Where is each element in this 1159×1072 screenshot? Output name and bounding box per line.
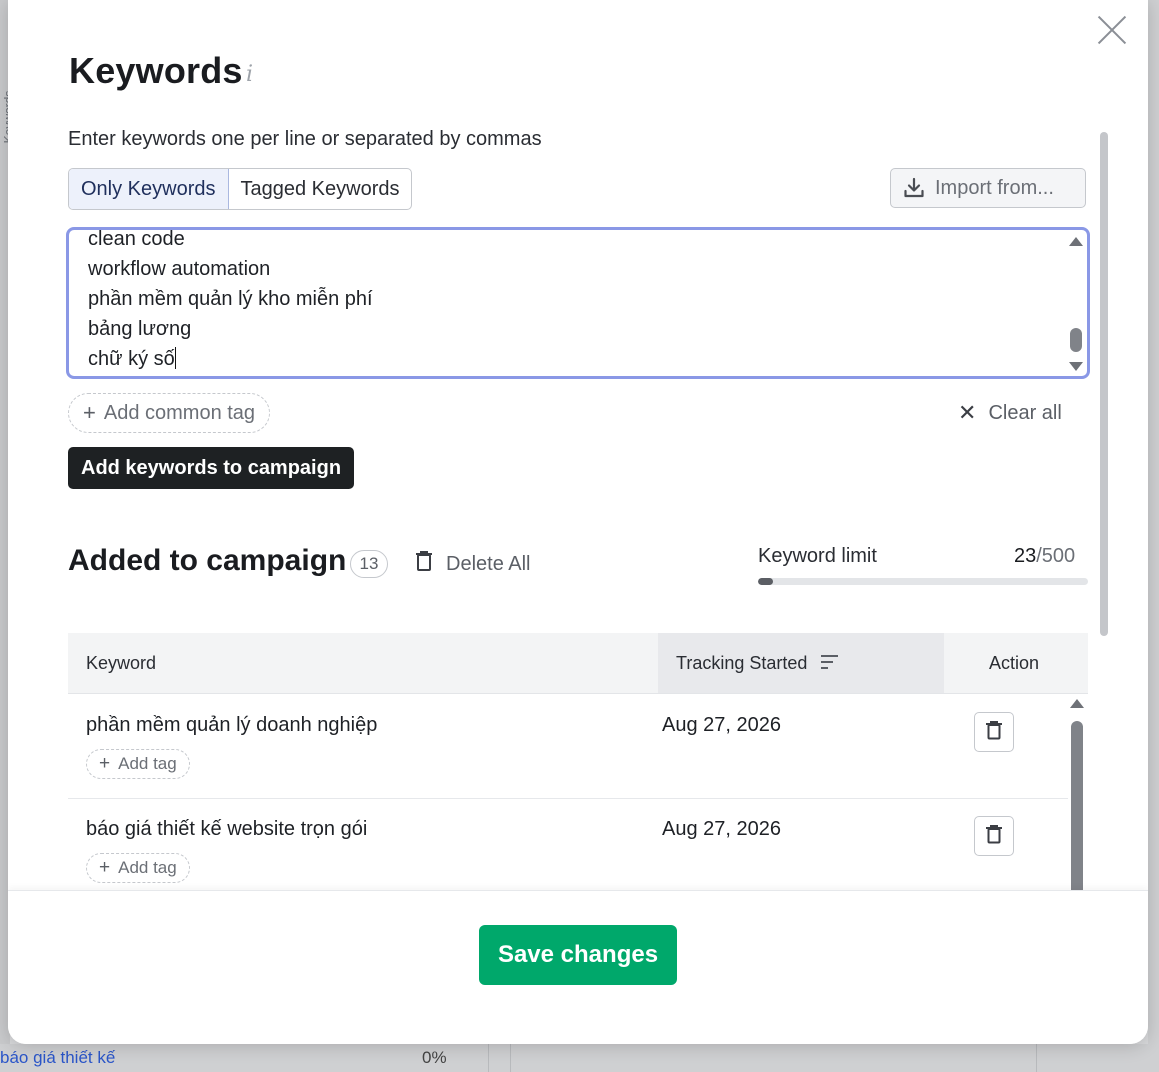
modal-title: Keywords <box>69 50 243 91</box>
textarea-line-last: chữ ký số <box>88 344 373 374</box>
trash-icon <box>985 720 1003 745</box>
delete-row-button[interactable] <box>974 712 1014 752</box>
table-row: phần mềm quản lý doanh nghiệp Aug 27, 20… <box>68 694 1068 799</box>
import-from-button[interactable]: Import from... <box>890 168 1086 208</box>
modal-scrollbar-thumb[interactable] <box>1100 132 1108 636</box>
table-scrollbar[interactable] <box>1070 699 1084 921</box>
delete-row-button[interactable] <box>974 816 1014 856</box>
table-header: Keyword Tracking Started Action <box>68 633 1088 694</box>
x-icon: ✕ <box>958 400 977 425</box>
row-tracking-date: Aug 27, 2026 <box>662 714 781 736</box>
textarea-scrollbar[interactable] <box>1069 234 1083 374</box>
row-keyword: phần mềm quản lý doanh nghiệp <box>86 714 378 736</box>
add-tag-label: Add tag <box>118 858 177 877</box>
column-keyword: Keyword <box>86 653 157 673</box>
textarea-line: clean code <box>88 228 185 250</box>
keyword-limit-progress-fill <box>758 578 774 585</box>
column-tracking-started-label: Tracking Started <box>676 653 808 673</box>
plus-icon: + <box>99 753 111 774</box>
download-icon <box>903 177 925 199</box>
delete-all-label: Delete All <box>446 552 531 575</box>
keyword-count-badge: 13 <box>350 550 388 578</box>
textarea-line: phần mềm quản lý kho miễn phí <box>88 288 373 310</box>
background-column-divider <box>1036 1044 1037 1072</box>
add-common-tag-label: Add common tag <box>103 401 256 424</box>
keywords-hint: Enter keywords one per line or separated… <box>68 128 542 150</box>
table-row: báo giá thiết kế website trọn gói Aug 27… <box>68 798 1068 894</box>
keywords-textarea[interactable]: clean code workflow automation phần mềm … <box>66 227 1090 379</box>
import-from-label: Import from... <box>935 176 1054 199</box>
row-tracking-date: Aug 27, 2026 <box>662 818 781 840</box>
section-title: Added to campaign <box>68 544 347 577</box>
background-right-strip <box>1148 0 1159 1072</box>
background-bottom-strip: báo giá thiết kế 0% <box>0 1044 1159 1072</box>
background-column-divider <box>510 1044 511 1072</box>
limit-max: /500 <box>1036 545 1076 567</box>
keyword-mode-tabs: Only Keywords Tagged Keywords <box>68 168 413 210</box>
textarea-line: bảng lương <box>88 318 192 340</box>
keyword-limit-value: 23/500 <box>1014 545 1075 568</box>
keyword-limit-progress <box>758 578 1088 585</box>
modal-footer: Save changes <box>8 890 1148 1044</box>
keywords-modal: Keywords i Enter keywords one per line o… <box>8 0 1148 1044</box>
keyword-limit-label: Keyword limit <box>758 545 877 567</box>
tab-tagged-keywords[interactable]: Tagged Keywords <box>229 169 412 209</box>
add-keywords-button[interactable]: Add keywords to campaign <box>68 447 355 489</box>
trash-icon <box>414 550 434 578</box>
add-tag-button[interactable]: + Add tag <box>86 853 190 883</box>
info-icon[interactable]: i <box>246 62 253 87</box>
background-keyword-link[interactable]: báo giá thiết kế <box>0 1048 115 1068</box>
scroll-up-icon[interactable] <box>1070 699 1084 708</box>
table-body: phần mềm quản lý doanh nghiệp Aug 27, 20… <box>68 694 1088 894</box>
tab-only-keywords[interactable]: Only Keywords <box>69 169 229 209</box>
keywords-table: Keyword Tracking Started Action phần mềm… <box>68 633 1088 921</box>
add-tag-button[interactable]: + Add tag <box>86 749 190 779</box>
clear-all-label: Clear all <box>988 401 1062 424</box>
row-keyword: báo giá thiết kế website trọn gói <box>86 818 368 840</box>
clear-all-button[interactable]: ✕ Clear all <box>958 400 1062 426</box>
text-caret <box>174 347 176 369</box>
limit-used: 23 <box>1014 545 1037 567</box>
textarea-line: workflow automation <box>88 258 271 280</box>
add-common-tag-button[interactable]: + Add common tag <box>68 393 271 433</box>
save-changes-button[interactable]: Save changes <box>479 925 677 985</box>
trash-icon <box>985 824 1003 849</box>
add-tag-label: Add tag <box>118 754 177 773</box>
column-tracking-started[interactable]: Tracking Started <box>658 633 944 693</box>
scroll-up-icon[interactable] <box>1069 237 1083 246</box>
sort-icon[interactable] <box>820 634 840 694</box>
scrollbar-thumb[interactable] <box>1070 328 1082 352</box>
plus-icon: + <box>99 857 111 878</box>
textarea-line: chữ ký số <box>88 348 175 370</box>
background-percent: 0% <box>422 1048 447 1067</box>
column-action: Action <box>989 653 1040 673</box>
keywords-textarea-content: clean code workflow automation phần mềm … <box>88 228 373 374</box>
background-column-divider <box>488 1044 489 1072</box>
plus-icon: + <box>83 400 96 425</box>
delete-all-button[interactable]: Delete All <box>414 550 531 578</box>
close-icon[interactable] <box>1096 14 1128 46</box>
scroll-down-icon[interactable] <box>1069 362 1083 371</box>
